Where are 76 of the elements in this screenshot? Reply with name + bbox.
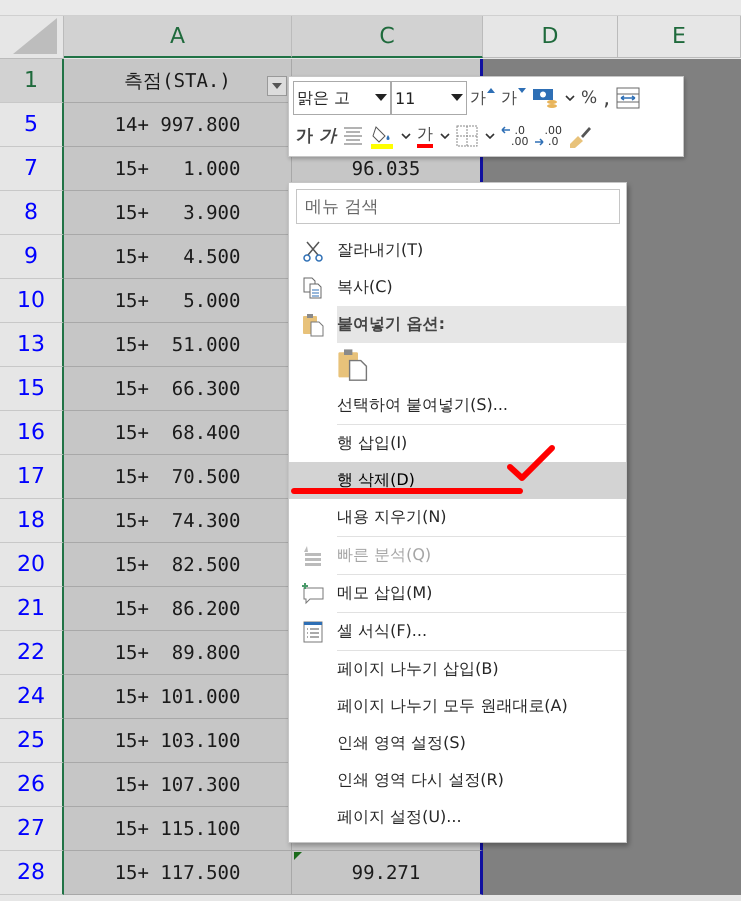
menu-item[interactable]: 인쇄 영역 설정(S) bbox=[289, 725, 626, 762]
left-arrow-icon bbox=[501, 126, 510, 134]
table-cell: 15+ 1.000 bbox=[64, 147, 292, 191]
row-header[interactable]: 28 bbox=[0, 851, 64, 895]
increase-font-size-button[interactable]: 가 bbox=[467, 82, 498, 114]
filter-button[interactable] bbox=[267, 76, 287, 96]
row-header[interactable]: 21 bbox=[0, 587, 64, 631]
error-indicator-icon bbox=[294, 852, 302, 860]
decimal-button[interactable]: .0 .00 bbox=[498, 120, 532, 152]
quick-analysis-icon bbox=[302, 544, 324, 566]
row-header[interactable]: 16 bbox=[0, 411, 64, 455]
decimal-button[interactable]: .00 .0 bbox=[532, 120, 565, 152]
percent-style-button[interactable]: % bbox=[578, 82, 600, 114]
menu-item[interactable]: 복사(C) bbox=[289, 269, 626, 306]
column-header[interactable]: E bbox=[618, 16, 741, 58]
caret-icon bbox=[485, 132, 495, 138]
menu-item[interactable]: 행 삽입(I) bbox=[289, 425, 626, 462]
column-header[interactable]: C bbox=[292, 16, 483, 58]
table-cell: 99.271 bbox=[292, 851, 483, 895]
menu-section-header: 붙여넣기 옵션: bbox=[337, 306, 626, 343]
format-cells-icon bbox=[303, 620, 323, 642]
menu-item[interactable]: 인쇄 영역 다시 설정(R) bbox=[289, 762, 626, 799]
row-header[interactable]: 18 bbox=[0, 499, 64, 543]
table-cell: 15+ 115.100 bbox=[64, 807, 292, 851]
down-triangle-icon bbox=[518, 88, 526, 93]
menu-item[interactable]: 선택하여 붙여넣기(S)... bbox=[289, 387, 626, 424]
row-header[interactable]: 24 bbox=[0, 675, 64, 719]
caret-icon bbox=[565, 95, 575, 101]
search-field[interactable]: 메뉴 검색 bbox=[296, 189, 620, 224]
align-icon bbox=[342, 126, 364, 146]
row-header[interactable]: 13 bbox=[0, 323, 64, 367]
row-header[interactable]: 5 bbox=[0, 103, 64, 147]
table-cell: 15+ 117.500 bbox=[64, 851, 292, 895]
scissors-icon bbox=[302, 240, 324, 262]
caret-icon bbox=[272, 83, 282, 89]
dropdown-icon[interactable] bbox=[375, 94, 387, 102]
row-header[interactable]: 27 bbox=[0, 807, 64, 851]
merge-cells-icon bbox=[616, 87, 640, 109]
borders-icon bbox=[456, 124, 478, 146]
font-size-field[interactable]: 11 bbox=[391, 81, 467, 115]
up-triangle-icon bbox=[487, 88, 495, 93]
paste-icon[interactable] bbox=[337, 348, 368, 382]
menu-item[interactable]: 셀 서식(F)... bbox=[289, 613, 626, 650]
column-header[interactable]: D bbox=[483, 16, 618, 58]
row-header[interactable]: 9 bbox=[0, 235, 64, 279]
row-header[interactable]: 7 bbox=[0, 147, 64, 191]
column-header[interactable]: A bbox=[64, 16, 292, 58]
paste-icon bbox=[302, 312, 324, 336]
row-header[interactable]: 15 bbox=[0, 367, 64, 411]
comment-icon bbox=[301, 582, 325, 604]
table-cell: 측점(STA.) bbox=[64, 59, 292, 103]
row-header[interactable]: 20 bbox=[0, 543, 64, 587]
row-header[interactable]: 26 bbox=[0, 763, 64, 807]
caret-icon bbox=[440, 132, 450, 138]
money-icon bbox=[532, 87, 558, 109]
row-header[interactable]: 17 bbox=[0, 455, 64, 499]
menu-item[interactable]: 페이지 설정(U)... bbox=[289, 799, 626, 836]
row-header[interactable]: 1 bbox=[0, 59, 64, 103]
caret-icon bbox=[401, 132, 411, 138]
menu-item[interactable]: 페이지 나누기 삽입(B) bbox=[289, 651, 626, 688]
copy-icon bbox=[302, 276, 324, 298]
row-header[interactable]: 22 bbox=[0, 631, 64, 675]
row-header[interactable]: 8 bbox=[0, 191, 64, 235]
comma-style-button[interactable]: , bbox=[600, 82, 614, 114]
menu-item[interactable]: 페이지 나누기 모두 원래대로(A) bbox=[289, 688, 626, 725]
checkmark-annotation bbox=[507, 445, 555, 481]
menu-item[interactable]: 메모 삽입(M) bbox=[289, 575, 626, 612]
menu-item[interactable]: 내용 지우기(N) bbox=[289, 499, 626, 536]
decrease-font-size-button[interactable]: 가 bbox=[498, 82, 529, 114]
row-header[interactable]: 10 bbox=[0, 279, 64, 323]
dropdown-icon[interactable] bbox=[451, 94, 463, 102]
menu-item[interactable]: 잘라내기(T) bbox=[289, 232, 626, 269]
row-header[interactable]: 25 bbox=[0, 719, 64, 763]
corner-triangle-icon bbox=[13, 18, 57, 54]
right-arrow-icon bbox=[534, 138, 544, 146]
font-name-field[interactable]: 맑은 고 bbox=[293, 81, 391, 115]
